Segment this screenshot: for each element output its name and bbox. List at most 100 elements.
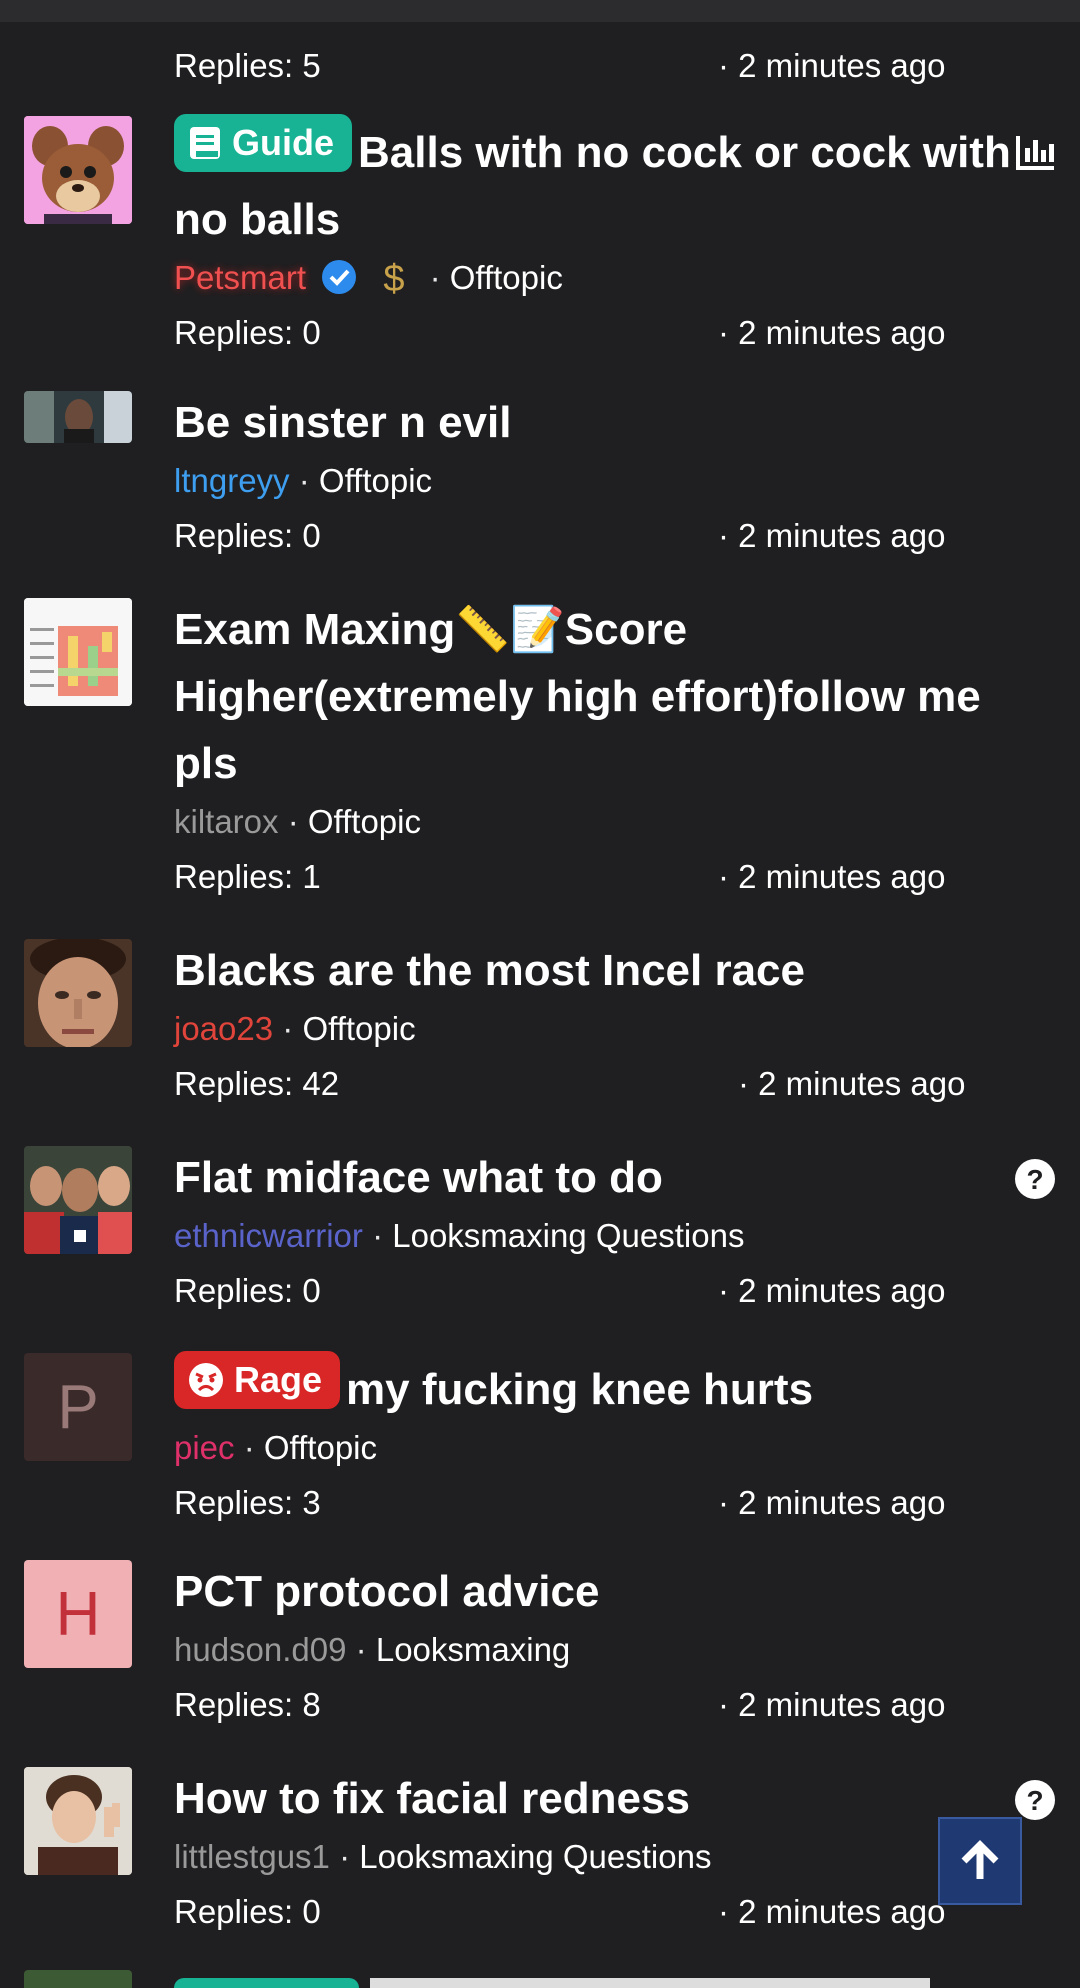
thread-meta: ltngreyy · Offtopic — [174, 456, 1034, 506]
thread-time[interactable]: · 2 minutes ago — [718, 1882, 945, 1942]
avatar-image — [24, 1767, 132, 1875]
forum-name[interactable]: Looksmaxing Questions — [392, 1217, 744, 1254]
thread-time[interactable]: · 2 minutes ago — [718, 303, 945, 363]
thread-time[interactable]: · 2 minutes ago — [718, 847, 945, 907]
meta-separator: · — [429, 259, 441, 296]
avatar-image — [24, 939, 132, 1047]
thread-meta: joao23 · Offtopic — [174, 1004, 1034, 1054]
avatar-letter: P — [57, 1372, 99, 1442]
avatar[interactable] — [24, 391, 132, 443]
thread-stats: Replies: 0 · 2 minutes ago — [174, 303, 1034, 363]
thread-title[interactable]: Blacks are the most Incel race — [174, 937, 1034, 1004]
thread-stats: Replies: 1 · 2 minutes ago — [174, 847, 1034, 907]
thread-time[interactable]: · 2 minutes ago — [738, 1054, 965, 1114]
dollar-glyph: $ — [384, 258, 405, 299]
thread-stats: Replies: 8 · 2 minutes ago — [174, 1675, 1034, 1735]
thread-time[interactable]: · 2 minutes ago — [718, 506, 945, 566]
thread-stats: Replies: 0 · 2 minutes ago — [174, 1261, 1034, 1321]
thread-meta: kiltarox · Offtopic — [174, 797, 1034, 847]
author-name[interactable]: ethnicwarrior — [174, 1217, 363, 1254]
thread-title[interactable]: Rage my fucking knee hurts — [174, 1351, 1034, 1423]
top-bar — [0, 0, 1080, 22]
meta-separator: · — [355, 1631, 367, 1668]
replies-count: Replies: 8 — [174, 1686, 321, 1723]
svg-text:?: ? — [1026, 1785, 1043, 1816]
thread-item-partial[interactable]: Replies: 5 · 2 minutes ago — [0, 22, 1080, 117]
author-name[interactable]: littlestgus1 — [174, 1838, 330, 1875]
forum-name[interactable]: Looksmaxing Questions — [359, 1838, 711, 1875]
thread-stats: Replies: 0 · 2 minutes ago — [174, 506, 1034, 566]
thread-title-text[interactable]: my fucking knee hurts — [346, 1365, 813, 1414]
meta-separator: · — [243, 1429, 255, 1466]
avatar[interactable] — [24, 116, 132, 224]
angry-face-icon — [189, 1363, 223, 1397]
arrow-up-icon — [961, 1840, 999, 1879]
thread-stats: Replies: 5 · 2 minutes ago — [174, 36, 1034, 96]
dollar-icon: $ — [384, 258, 405, 300]
replies-count: Replies: 0 — [174, 1893, 321, 1930]
avatar-image — [24, 1146, 132, 1254]
forum-name[interactable]: Looksmaxing — [376, 1631, 570, 1668]
thread-meta: littlestgus1 · Looksmaxing Questions — [174, 1832, 1034, 1882]
avatar[interactable] — [24, 939, 132, 1047]
replies-count: Replies: 0 — [174, 1272, 321, 1309]
thread-title[interactable]: Flat midface what to do — [174, 1144, 1034, 1211]
badge-label: Rage — [234, 1359, 323, 1400]
replies-count: Replies: 5 — [174, 47, 321, 84]
meta-separator: · — [372, 1217, 384, 1254]
thread-time[interactable]: · 2 minutes ago — [718, 1675, 945, 1735]
rage-badge[interactable]: Rage — [174, 1351, 341, 1409]
author-name[interactable]: kiltarox — [174, 803, 279, 840]
meta-separator: · — [339, 1838, 351, 1875]
avatar-image — [24, 598, 132, 706]
thread-meta: ethnicwarrior · Looksmaxing Questions — [174, 1211, 1034, 1261]
thread-title[interactable]: Be sinster n evil — [174, 389, 1034, 456]
replies-count: Replies: 0 — [174, 314, 321, 351]
thread-stats: Replies: 0 · 2 minutes ago — [174, 1882, 1034, 1942]
question-icon[interactable]: ? — [1014, 1158, 1056, 1200]
question-icon[interactable]: ? — [1014, 1779, 1056, 1821]
thread-title[interactable]: Exam Maxing📏📝Score Higher(extremely high… — [174, 596, 1034, 797]
author-name[interactable]: Petsmart — [174, 259, 306, 296]
replies-count: Replies: 0 — [174, 517, 321, 554]
author-name[interactable]: hudson.d09 — [174, 1631, 347, 1668]
thread-time[interactable]: · 2 minutes ago — [718, 1261, 945, 1321]
thread-time[interactable]: · 2 minutes ago — [718, 1473, 945, 1533]
meta-separator: · — [298, 462, 310, 499]
forum-name[interactable]: Offtopic — [264, 1429, 377, 1466]
guide-badge[interactable]: Guide — [174, 114, 353, 172]
forum-name[interactable]: Offtopic — [302, 1010, 415, 1047]
avatar[interactable] — [24, 1970, 132, 1988]
thread-time[interactable]: · 2 minutes ago — [718, 36, 945, 96]
thread-title[interactable]: PCT protocol advice — [174, 1558, 1034, 1625]
meta-separator: · — [287, 803, 299, 840]
forum-name[interactable]: Offtopic — [308, 803, 421, 840]
thread-stats: Replies: 42 · 2 minutes ago — [174, 1054, 1034, 1114]
avatar[interactable] — [24, 598, 132, 706]
thread-title[interactable]: How to fix facial redness — [174, 1765, 1034, 1832]
thread-meta: hudson.d09 · Looksmaxing — [174, 1625, 1034, 1675]
forum-name[interactable]: Offtopic — [319, 462, 432, 499]
avatar[interactable] — [24, 1767, 132, 1875]
badge-label: Guide — [232, 122, 335, 163]
forum-name[interactable]: Offtopic — [450, 259, 563, 296]
thread-title[interactable] — [370, 1978, 930, 1988]
author-name[interactable]: ltngreyy — [174, 462, 290, 499]
guide-badge[interactable] — [174, 1978, 359, 1988]
thread-meta: piec · Offtopic — [174, 1423, 1034, 1473]
thread-title[interactable]: Guide Balls with no cock or cock with no… — [174, 114, 1034, 253]
author-name[interactable]: piec — [174, 1429, 235, 1466]
author-name[interactable]: joao23 — [174, 1010, 273, 1047]
avatar[interactable]: P — [24, 1353, 132, 1461]
avatar-letter: H — [55, 1579, 101, 1649]
avatar[interactable] — [24, 1146, 132, 1254]
verified-badge-icon — [322, 260, 357, 294]
replies-count: Replies: 3 — [174, 1484, 321, 1521]
scroll-to-top-button[interactable] — [938, 1817, 1022, 1905]
replies-count: Replies: 1 — [174, 858, 321, 895]
avatar-image — [24, 391, 132, 443]
avatar-image — [24, 116, 132, 224]
poll-chart-icon[interactable] — [1014, 130, 1056, 172]
avatar[interactable]: H — [24, 1560, 132, 1668]
meta-separator: · — [282, 1010, 294, 1047]
